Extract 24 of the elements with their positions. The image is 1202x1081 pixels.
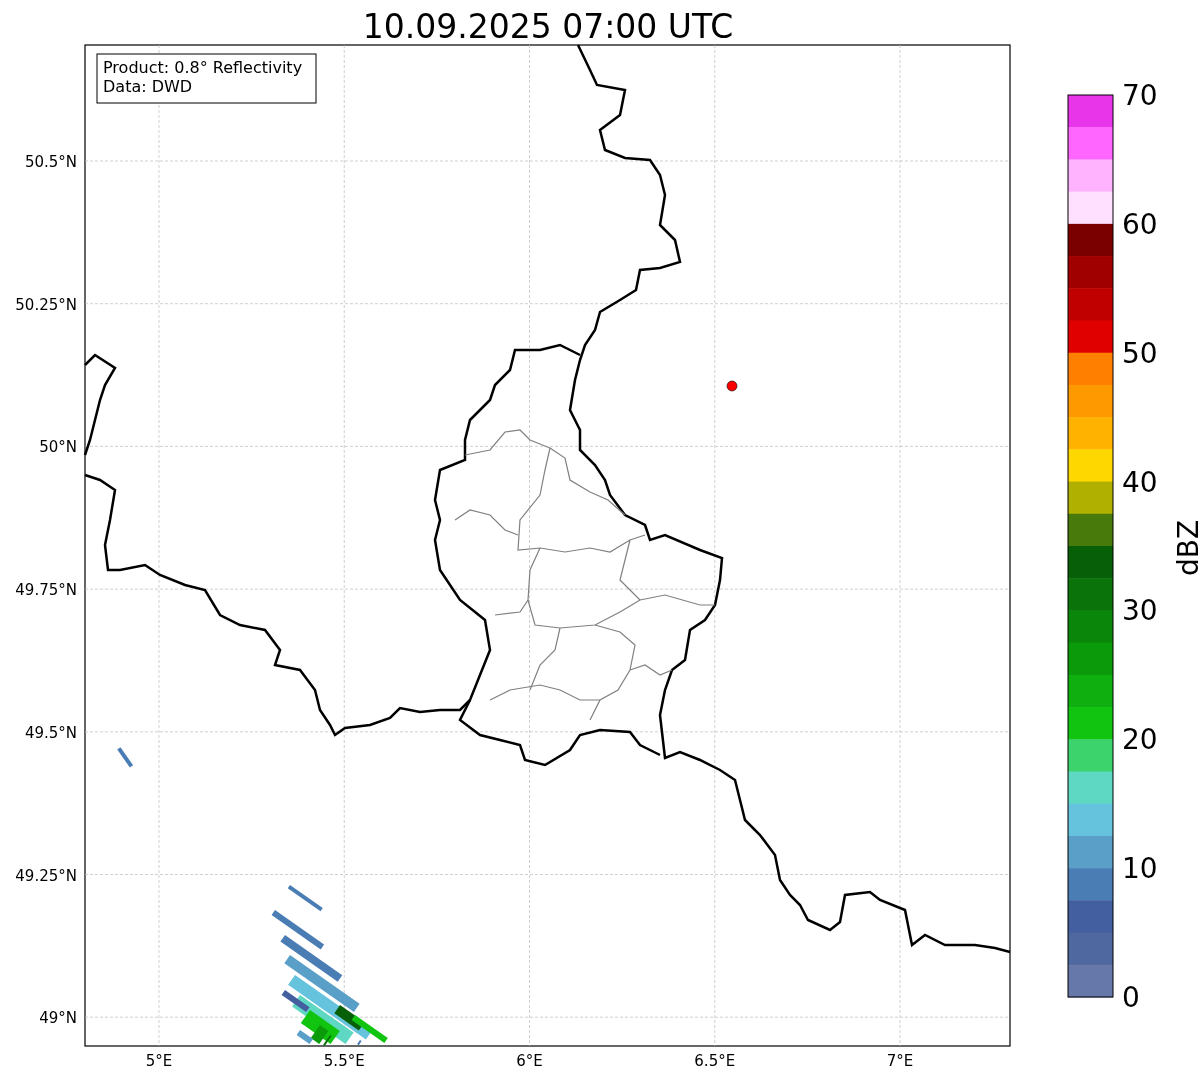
longitude-label: 5°E — [145, 1052, 173, 1070]
colorbar-tick-label: 60 — [1122, 207, 1158, 241]
colorbar-label: dBZ — [1172, 519, 1202, 577]
colorbar-tick-label: 30 — [1122, 594, 1158, 628]
colorbar-tick-label: 50 — [1122, 336, 1158, 370]
longitude-label: 6°E — [516, 1052, 543, 1070]
colorbar-tick-label: 20 — [1122, 723, 1158, 757]
longitude-label: 7°E — [886, 1052, 914, 1070]
latitude-label: 50°N — [39, 438, 77, 457]
chart-title: 10.09.2025 07:00 UTC — [362, 7, 734, 46]
colorbar-tick-label: 40 — [1122, 465, 1158, 499]
colorbar-tick-label: 70 — [1122, 79, 1158, 112]
longitude-label: 6.5°E — [694, 1052, 736, 1070]
latitude-label: 50.5°N — [24, 153, 77, 171]
info-text: Data: DWD — [103, 77, 193, 96]
colorbar-tick-label: 0 — [1122, 981, 1140, 1014]
info-text: Product: 0.8° Reflectivity — [103, 58, 303, 77]
latitude-label: 49.5°N — [24, 723, 77, 742]
colorbar-tick-label: 10 — [1122, 852, 1158, 886]
latitude-label: 49.25°N — [15, 866, 77, 885]
longitude-label: 5.5°E — [323, 1052, 365, 1070]
latitude-label: 50.25°N — [15, 295, 77, 314]
latitude-label: 49°N — [39, 1009, 77, 1028]
latitude-label: 49.75°N — [15, 581, 77, 600]
